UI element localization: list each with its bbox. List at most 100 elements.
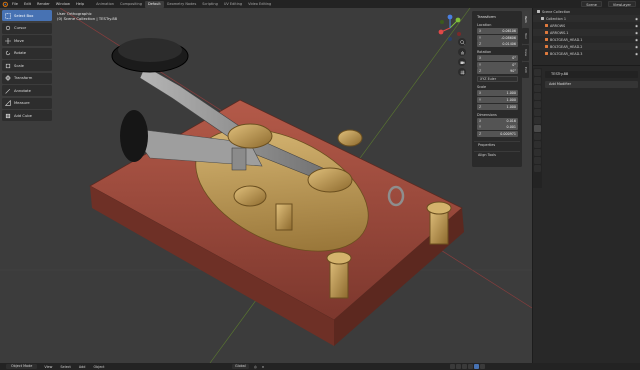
menu-edit[interactable]: Edit [21, 2, 34, 6]
render-props-icon[interactable] [534, 77, 541, 84]
output-props-icon[interactable] [534, 85, 541, 92]
modifier-props-icon[interactable] [534, 125, 541, 132]
menu-help[interactable]: Help [73, 2, 87, 6]
visibility-eye-icon[interactable]: ◉ [635, 31, 638, 35]
collection-icon [537, 10, 540, 13]
outliner-row[interactable]: BOLTGEAR_HEAD.1 ◉ [533, 36, 640, 43]
tool-select-box[interactable]: Select Box [2, 10, 52, 21]
scene-selector[interactable]: Scene [581, 1, 602, 7]
3d-viewport[interactable]: User Orthographic (0) Scene Collection |… [0, 8, 532, 363]
tool-props-icon[interactable] [534, 69, 541, 76]
physics-props-icon[interactable] [534, 141, 541, 148]
view-layer-props-icon[interactable] [534, 93, 541, 100]
rotation-y-field[interactable]: Y 0° [477, 61, 518, 68]
outliner[interactable]: Scene Collection Collection 1 ◉ ARROWS ◉… [533, 8, 640, 66]
material-props-icon[interactable] [534, 165, 541, 172]
collection-path: (0) Scene Collection | TESTry.88 [57, 16, 118, 21]
visibility-eye-icon[interactable]: ◉ [635, 45, 638, 49]
menu-object[interactable]: Object [89, 365, 108, 369]
overlay-icon[interactable] [450, 364, 455, 369]
data-props-icon[interactable] [534, 157, 541, 164]
grid-icon[interactable] [458, 68, 466, 76]
scale-icon [2, 63, 14, 69]
outliner-row[interactable]: ARROWS ◉ [533, 22, 640, 29]
scale-y-field[interactable]: Y 1.000 [477, 96, 518, 103]
orientation-dropdown[interactable]: Global [232, 363, 249, 370]
location-z-field[interactable]: Z 0.01406 [477, 41, 518, 48]
menu-view[interactable]: View [40, 365, 56, 369]
tab-video-editing[interactable]: Video Editing [245, 1, 274, 8]
align-tools-subpanel[interactable]: Align Tools [474, 150, 520, 157]
view-layer-selector[interactable]: ViewLayer [607, 1, 636, 7]
rotation-x-field[interactable]: X 0° [477, 55, 518, 62]
tool-add-cube[interactable]: Add Cube [2, 110, 52, 121]
rotation-z-field[interactable]: Z 90° [477, 68, 518, 75]
constraints-props-icon[interactable] [534, 149, 541, 156]
tab-view[interactable]: View [522, 45, 529, 61]
visibility-eye-icon[interactable]: ◉ [635, 24, 638, 28]
pivot-icon[interactable]: ◎ [254, 365, 257, 369]
dimensions-x-field[interactable]: X 0.016 [477, 117, 518, 124]
visibility-eye-icon[interactable]: ◉ [635, 52, 638, 56]
dimensions-z-field[interactable]: Z 0.000971 [477, 130, 518, 137]
tool-transform[interactable]: Transform [2, 72, 52, 84]
blender-logo-icon[interactable] [0, 0, 9, 8]
tab-scripting[interactable]: Scripting [199, 1, 221, 8]
menu-select[interactable]: Select [56, 365, 74, 369]
menu-window[interactable]: Window [53, 2, 73, 6]
tab-default[interactable]: Default [144, 0, 164, 8]
xray-icon[interactable] [456, 364, 461, 369]
viewport-info: User Orthographic (0) Scene Collection |… [57, 11, 117, 21]
menu-render[interactable]: Render [34, 2, 53, 6]
magnet-icon[interactable]: ∩ [262, 365, 264, 369]
tool-rotate[interactable]: Rotate [2, 47, 52, 59]
outliner-header[interactable]: Scene Collection [533, 8, 640, 15]
tool-move[interactable]: Move [2, 35, 52, 46]
object-name-field[interactable]: TESTry.88 [545, 71, 638, 78]
tab-compositing[interactable]: Compositing [117, 1, 145, 8]
world-props-icon[interactable] [534, 109, 541, 116]
tool-measure[interactable]: Measure [2, 97, 52, 109]
visibility-eye-icon[interactable]: ◉ [635, 17, 638, 21]
tab-animation[interactable]: Animation [93, 1, 117, 8]
wireframe-shading-icon[interactable] [462, 364, 467, 369]
dimensions-y-field[interactable]: Y 0.001 [477, 124, 518, 131]
camera-icon[interactable] [458, 58, 466, 66]
visibility-eye-icon[interactable]: ◉ [635, 38, 638, 42]
mode-selector[interactable]: Object Mode [6, 363, 38, 370]
zoom-icon[interactable] [458, 38, 466, 46]
pan-hand-icon[interactable] [458, 48, 466, 56]
tool-cursor[interactable]: Cursor [2, 22, 52, 34]
rotation-mode-dropdown[interactable]: XYZ Euler [477, 76, 518, 83]
location-y-field[interactable]: Y -0.08606 [477, 34, 518, 41]
outliner-row[interactable]: Collection 1 ◉ [533, 15, 640, 22]
particles-props-icon[interactable] [534, 133, 541, 140]
adjust-nut-3 [233, 185, 267, 207]
location-x-field[interactable]: X 0.06106 [477, 28, 518, 34]
tab-item[interactable]: Item [522, 11, 529, 27]
properties-subpanel[interactable]: Properties [474, 140, 520, 147]
menu-file[interactable]: File [9, 2, 21, 6]
menu-add[interactable]: Add [75, 365, 90, 369]
scale-x-field[interactable]: X 1.000 [477, 90, 518, 97]
object-props-icon[interactable] [534, 117, 541, 124]
outliner-row[interactable]: ARROWS.1 ◉ [533, 29, 640, 36]
outliner-row[interactable]: BOLTGEAR_HEAD.3 ◉ [533, 50, 640, 57]
tab-tool[interactable]: Tool [522, 28, 529, 44]
tool-label: Measure [14, 101, 30, 105]
spring [231, 147, 247, 171]
tab-edit[interactable]: Edit [522, 62, 529, 78]
add-modifier-button[interactable]: Add Modifier [545, 81, 638, 88]
tab-uv-editing[interactable]: UV Editing [221, 1, 245, 8]
rendered-shading-icon[interactable] [480, 364, 485, 369]
scale-z-field[interactable]: Z 1.000 [477, 103, 518, 110]
scene-props-icon[interactable] [534, 101, 541, 108]
outliner-row[interactable]: BOLTGEAR_HEAD.2 ◉ [533, 43, 640, 50]
material-shading-icon[interactable] [474, 364, 479, 369]
solid-shading-icon[interactable] [468, 364, 473, 369]
viewport-header: Object Mode View Select Add Object Globa… [0, 363, 640, 370]
tool-label: Select Box [14, 13, 34, 18]
tool-annotate[interactable]: Annotate [2, 85, 52, 96]
tool-scale[interactable]: Scale [2, 60, 52, 71]
tab-geometry-nodes[interactable]: Geometry Nodes [164, 1, 200, 8]
